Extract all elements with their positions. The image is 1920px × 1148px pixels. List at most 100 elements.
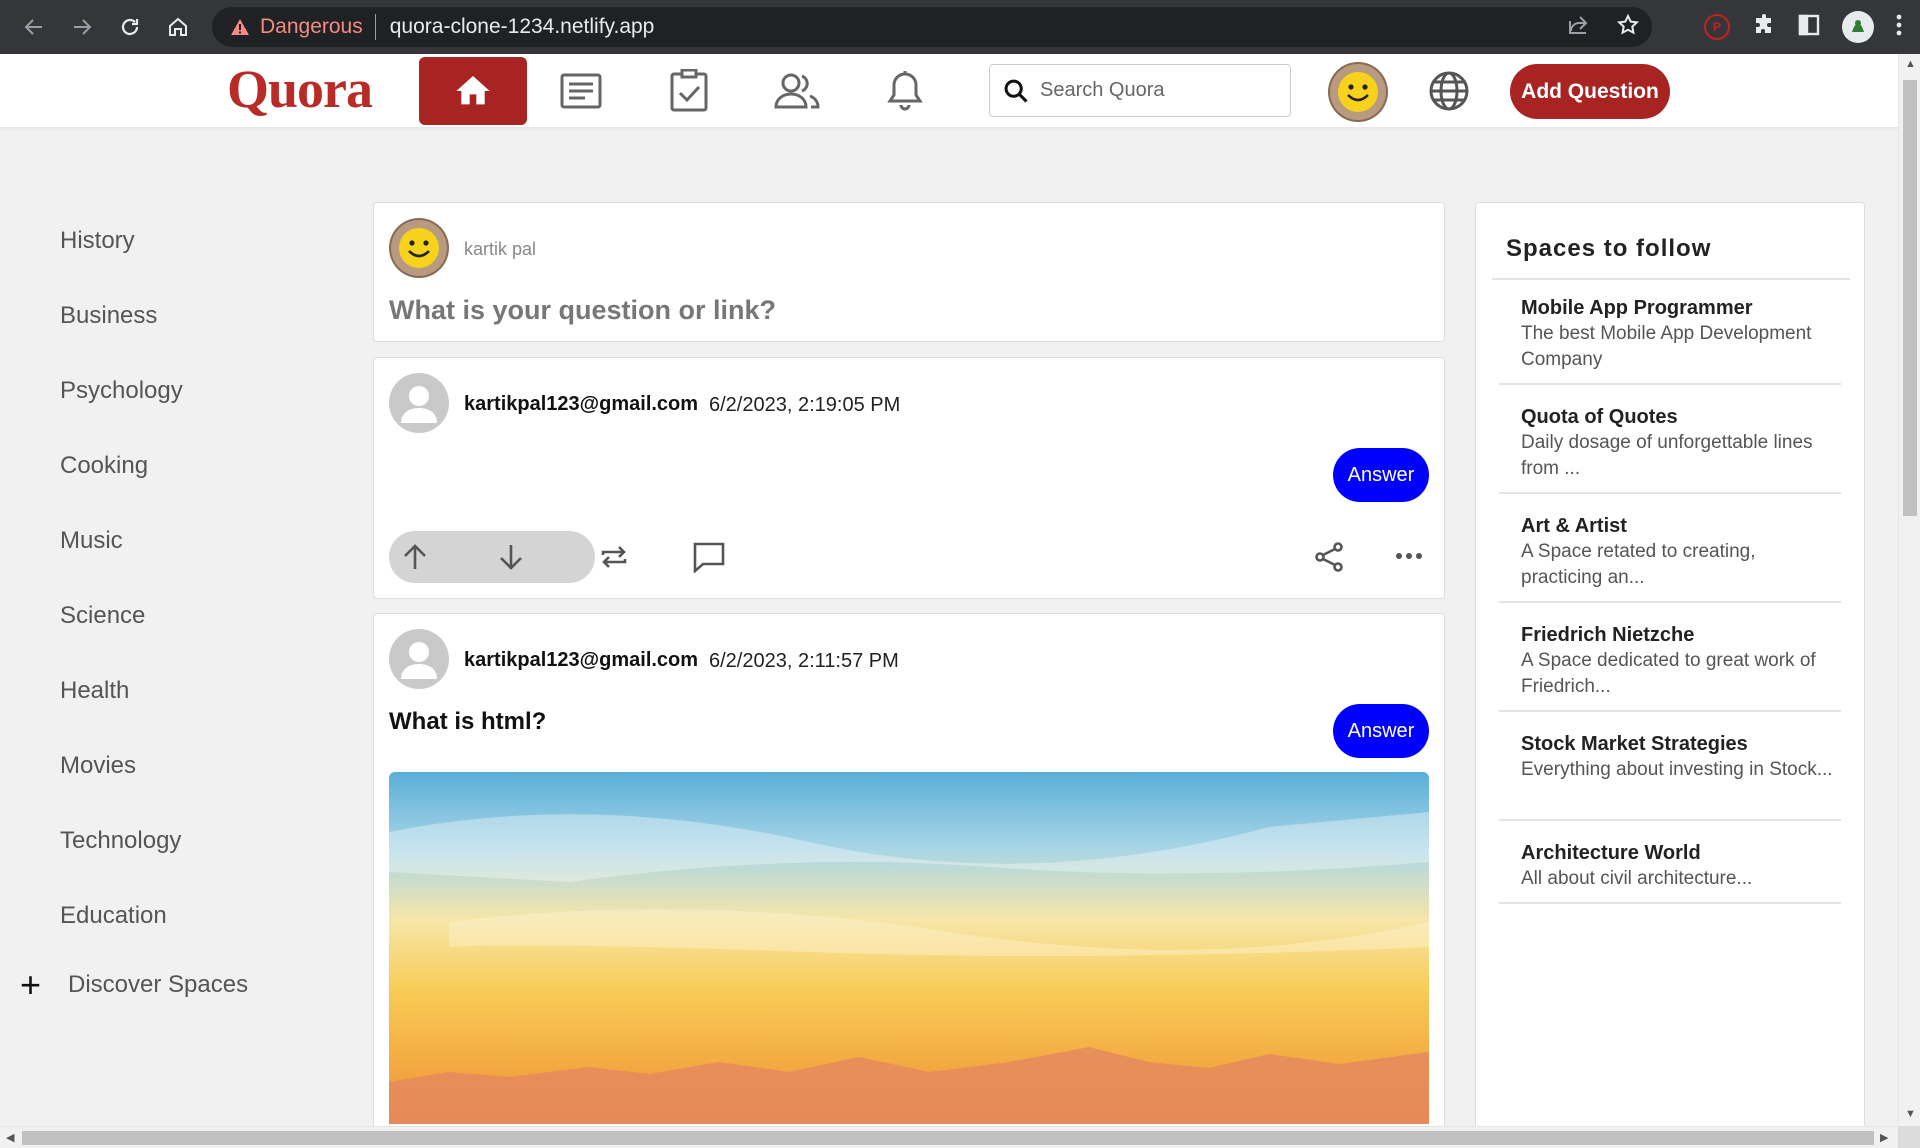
extension-icon[interactable]: P [1704,14,1730,40]
spaces-widget: Spaces to follow Mobile App Programmer T… [1475,202,1865,1132]
chrome-menu-icon[interactable] [1896,14,1902,41]
question-text[interactable]: What is html? [389,708,546,736]
nav-following[interactable] [527,57,635,125]
language-globe-icon[interactable] [1428,70,1470,117]
space-name: Quota of Quotes [1521,406,1678,428]
user-avatar[interactable] [1328,62,1388,122]
space-item[interactable]: Friedrich Nietzche A Space dedicated to … [1499,622,1841,712]
post-image [389,772,1429,1124]
nav-spaces[interactable] [743,57,851,125]
quora-logo[interactable]: Quora [227,58,373,120]
profile-avatar-icon[interactable] [1842,11,1874,43]
space-description: A Space retated to creating, practicing … [1521,541,1756,588]
space-name: Architecture World [1521,842,1701,864]
side-panel-icon[interactable] [1798,14,1820,41]
default-avatar-icon [389,373,449,433]
vertical-scroll-thumb[interactable] [1903,80,1917,516]
horizontal-scrollbar[interactable]: ◀ ▶ [0,1126,1898,1148]
space-item[interactable]: Quota of Quotes Daily dosage of unforget… [1499,404,1841,494]
security-label: Dangerous [260,15,363,38]
bookmark-star-icon[interactable] [1616,13,1640,42]
sidebar-item-business[interactable]: Business [60,302,157,330]
post-timestamp: 6/2/2023, 2:11:57 PM [709,650,899,672]
discover-spaces-label: Discover Spaces [68,971,249,998]
space-name: Mobile App Programmer [1521,297,1753,319]
address-bar[interactable]: Dangerous quora-clone-1234.netlify.app [212,7,1652,47]
space-description: All about civil architecture... [1521,868,1753,889]
reload-icon[interactable] [108,5,152,49]
question-prompt[interactable]: What is your question or link? [389,295,776,326]
sidebar-item-movies[interactable]: Movies [60,752,136,780]
search-input[interactable] [1040,79,1280,102]
answer-button[interactable]: Answer [1333,448,1429,502]
forward-arrow-icon[interactable] [60,5,104,49]
scroll-right-arrow-icon[interactable]: ▶ [1880,1131,1888,1144]
bell-icon [887,71,923,111]
post-author: kartikpal123@gmail.com [464,393,699,415]
list-icon [560,73,602,109]
plus-icon: + [20,964,42,1005]
sidebar-item-cooking[interactable]: Cooking [60,452,148,480]
site-header: Quora Add Question [0,54,1898,127]
sidebar-item-history[interactable]: History [60,227,135,255]
space-description: The best Mobile App Development Company [1521,323,1812,370]
composer-username: kartik pal [464,239,537,259]
post-card: kartikpal123@gmail.com 6/2/2023, 2:11:57… [373,613,1445,1148]
default-avatar-icon [389,629,449,689]
add-question-button[interactable]: Add Question [1510,64,1670,119]
puzzle-icon[interactable] [1752,13,1776,42]
scroll-down-arrow-icon[interactable]: ▼ [1905,1108,1916,1120]
back-arrow-icon[interactable] [12,5,56,49]
upvote-arrow-icon[interactable] [401,543,429,571]
more-options-icon[interactable] [1394,548,1424,564]
nav-answer[interactable] [635,57,743,125]
post-card: kartikpal123@gmail.com 6/2/2023, 2:19:05… [373,357,1445,599]
scroll-left-arrow-icon[interactable]: ◀ [6,1131,14,1144]
nav-home[interactable] [419,57,527,125]
post-timestamp: 6/2/2023, 2:19:05 PM [709,394,901,416]
nav-notifications[interactable] [851,57,959,125]
home-icon[interactable] [156,5,200,49]
vertical-scrollbar[interactable]: ▲ ▼ [1898,54,1920,1126]
composer-avatar [389,218,449,278]
horizontal-scroll-thumb[interactable] [22,1131,1874,1145]
sidebar-item-education[interactable]: Education [60,902,167,930]
space-item[interactable]: Art & Artist A Space retated to creating… [1499,513,1841,603]
search-box[interactable] [989,64,1291,117]
space-name: Art & Artist [1521,515,1627,537]
url-text[interactable]: quora-clone-1234.netlify.app [390,15,655,39]
space-name: Stock Market Strategies [1521,733,1748,755]
space-description: Daily dosage of unforgettable lines from… [1521,432,1813,479]
browser-toolbar: Dangerous quora-clone-1234.netlify.app P [0,0,1920,54]
home-icon [456,76,490,105]
sidebar-item-science[interactable]: Science [60,602,145,630]
warning-icon [228,15,252,39]
space-item[interactable]: Stock Market Strategies Everything about… [1499,731,1841,821]
scrollbar-corner [1898,1126,1920,1148]
space-item[interactable]: Mobile App Programmer The best Mobile Ap… [1499,295,1841,385]
share-repost-icon[interactable] [599,542,629,572]
space-description: Everything about investing in Stock... [1521,759,1833,780]
omnibox-divider [374,14,376,40]
space-description: A Space dedicated to great work of Fried… [1521,650,1816,697]
scroll-up-arrow-icon[interactable]: ▲ [1905,58,1916,70]
people-icon [774,73,820,109]
widget-title: Spaces to follow [1506,235,1712,262]
answer-button[interactable]: Answer [1333,704,1429,758]
smiley-avatar-icon [1328,62,1388,122]
share-page-icon[interactable] [1566,13,1590,42]
smiley-avatar-icon [389,218,449,278]
share-icon[interactable] [1313,540,1345,574]
sidebar-item-psychology[interactable]: Psychology [60,377,183,405]
discover-spaces-button[interactable]: + Discover Spaces [20,967,248,1003]
search-icon [1004,79,1028,103]
space-item[interactable]: Architecture World All about civil archi… [1499,840,1841,904]
question-composer[interactable]: kartik pal What is your question or link… [373,202,1445,342]
downvote-arrow-icon[interactable] [497,543,525,571]
sidebar-item-music[interactable]: Music [60,527,123,555]
sidebar-item-health[interactable]: Health [60,677,129,705]
space-name: Friedrich Nietzche [1521,624,1695,646]
widget-divider [1492,278,1850,280]
sidebar-item-technology[interactable]: Technology [60,827,181,855]
comment-icon[interactable] [692,541,726,573]
